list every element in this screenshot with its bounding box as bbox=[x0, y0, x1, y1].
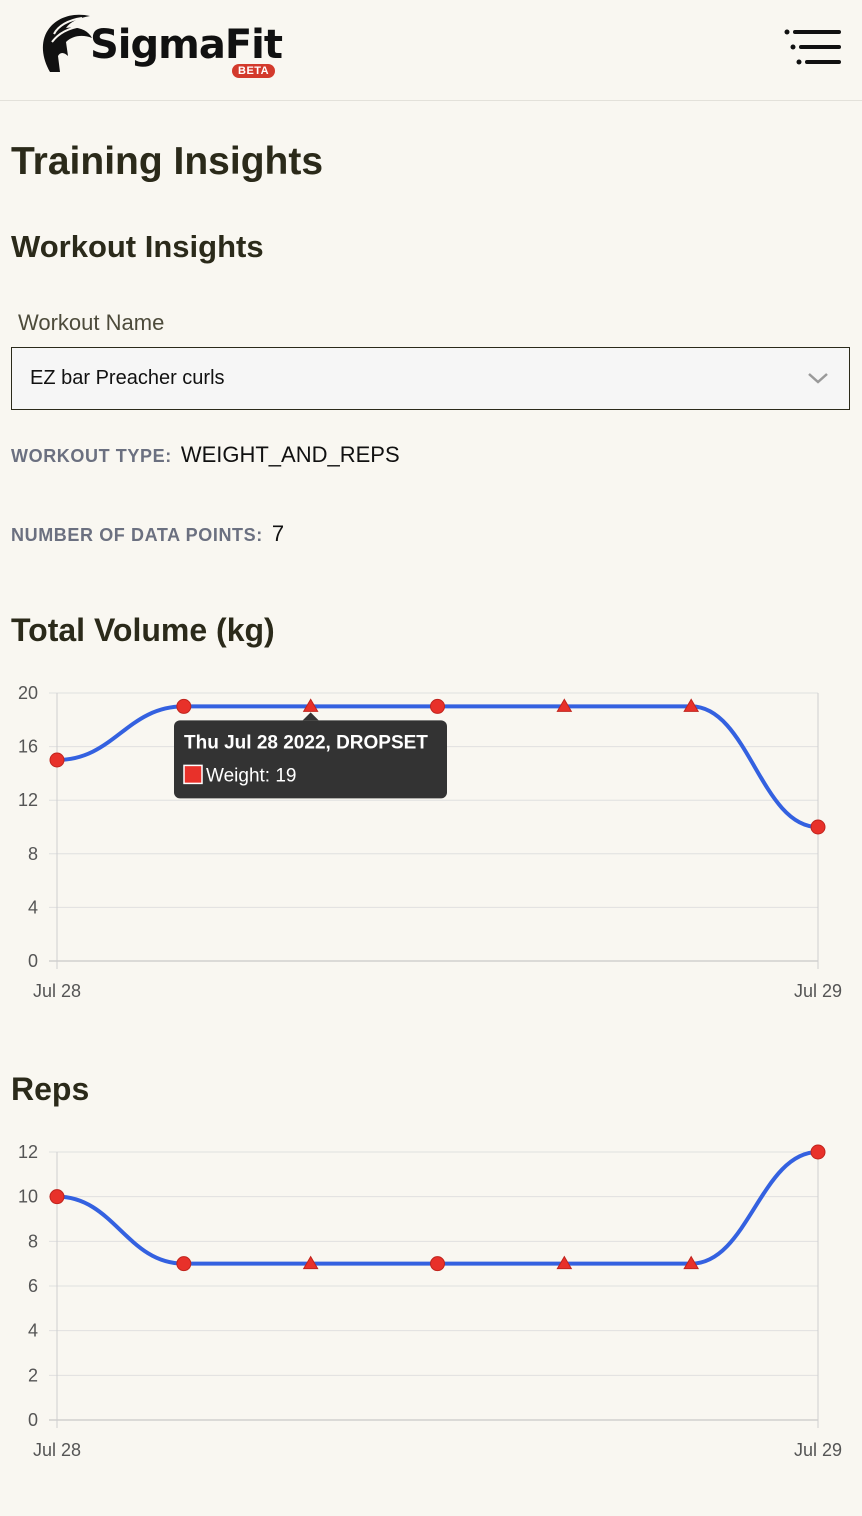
y-tick-label: 0 bbox=[28, 1410, 38, 1430]
x-tick-label: Jul 29 bbox=[794, 1440, 842, 1460]
data-point[interactable] bbox=[430, 698, 445, 714]
reps-chart[interactable]: 0 2 4 6 8 10 12 Jul 28 Jul 29 bbox=[0, 1130, 862, 1470]
y-tick-label: 2 bbox=[28, 1365, 38, 1385]
y-tick-label: 20 bbox=[18, 683, 38, 703]
y-tick-label: 4 bbox=[28, 1321, 38, 1341]
tooltip-label: Weight: 19 bbox=[206, 765, 296, 786]
data-point[interactable] bbox=[176, 698, 192, 714]
y-tick-label: 8 bbox=[28, 844, 38, 864]
workout-select[interactable]: EZ bar Preacher curls bbox=[11, 347, 850, 410]
workout-name-label: Workout Name bbox=[18, 310, 165, 335]
app-name: SigmaFit bbox=[90, 22, 283, 68]
data-point[interactable] bbox=[810, 1144, 826, 1160]
workout-type-value: WEIGHT_AND_REPS bbox=[180, 442, 400, 467]
tooltip-swatch bbox=[183, 764, 203, 785]
menu-button[interactable] bbox=[782, 28, 842, 68]
tooltip-title: Thu Jul 28 2022, DROPSET bbox=[184, 732, 428, 753]
workout-type-label: WORKOUT TYPE: bbox=[11, 446, 172, 466]
chevron-down-icon bbox=[808, 373, 828, 384]
y-tick-label: 0 bbox=[28, 951, 38, 971]
y-tick-label: 4 bbox=[28, 897, 38, 917]
workout-type-row: WORKOUT TYPE: WEIGHT_AND_REPS bbox=[11, 442, 400, 468]
y-tick-label: 8 bbox=[28, 1231, 38, 1251]
section-title: Workout Insights bbox=[11, 229, 264, 264]
data-point[interactable] bbox=[176, 1256, 192, 1272]
y-tick-label: 6 bbox=[28, 1276, 38, 1296]
x-tick-label: Jul 28 bbox=[33, 981, 81, 1001]
data-point[interactable] bbox=[49, 752, 65, 768]
data-points-label: NUMBER OF DATA POINTS: bbox=[11, 525, 263, 545]
data-point[interactable] bbox=[49, 1189, 65, 1205]
reps-chart-title: Reps bbox=[11, 1071, 90, 1107]
app-logo[interactable]: SigmaFit BETA bbox=[38, 12, 288, 84]
y-tick-label: 10 bbox=[18, 1187, 38, 1207]
data-points-value: 7 bbox=[271, 521, 285, 546]
data-point[interactable] bbox=[430, 1256, 445, 1272]
volume-chart-title: Total Volume (kg) bbox=[11, 612, 275, 648]
chart-tooltip: Thu Jul 28 2022, DROPSET Weight: 19 bbox=[174, 712, 447, 799]
workout-select-value: EZ bar Preacher curls bbox=[30, 367, 225, 389]
volume-chart[interactable]: 0 4 8 12 16 20 Jul 28 Jul 29 Thu Jul 28 2022, DR… bbox=[0, 670, 862, 1010]
reps-series-line bbox=[55, 1150, 820, 1266]
beta-badge: BETA bbox=[232, 64, 276, 78]
y-tick-label: 12 bbox=[18, 790, 38, 810]
y-tick-label: 16 bbox=[18, 737, 38, 757]
x-tick-label: Jul 28 bbox=[33, 1440, 81, 1460]
app-header: SigmaFit BETA bbox=[0, 0, 862, 101]
page-title: Training Insights bbox=[11, 140, 324, 183]
data-point[interactable] bbox=[810, 819, 826, 835]
data-points-row: NUMBER OF DATA POINTS: 7 bbox=[11, 521, 284, 547]
menu-lines-icon bbox=[784, 29, 841, 65]
spartan-helmet-icon bbox=[42, 14, 92, 72]
x-tick-label: Jul 29 bbox=[794, 981, 842, 1001]
y-tick-label: 12 bbox=[18, 1142, 38, 1162]
